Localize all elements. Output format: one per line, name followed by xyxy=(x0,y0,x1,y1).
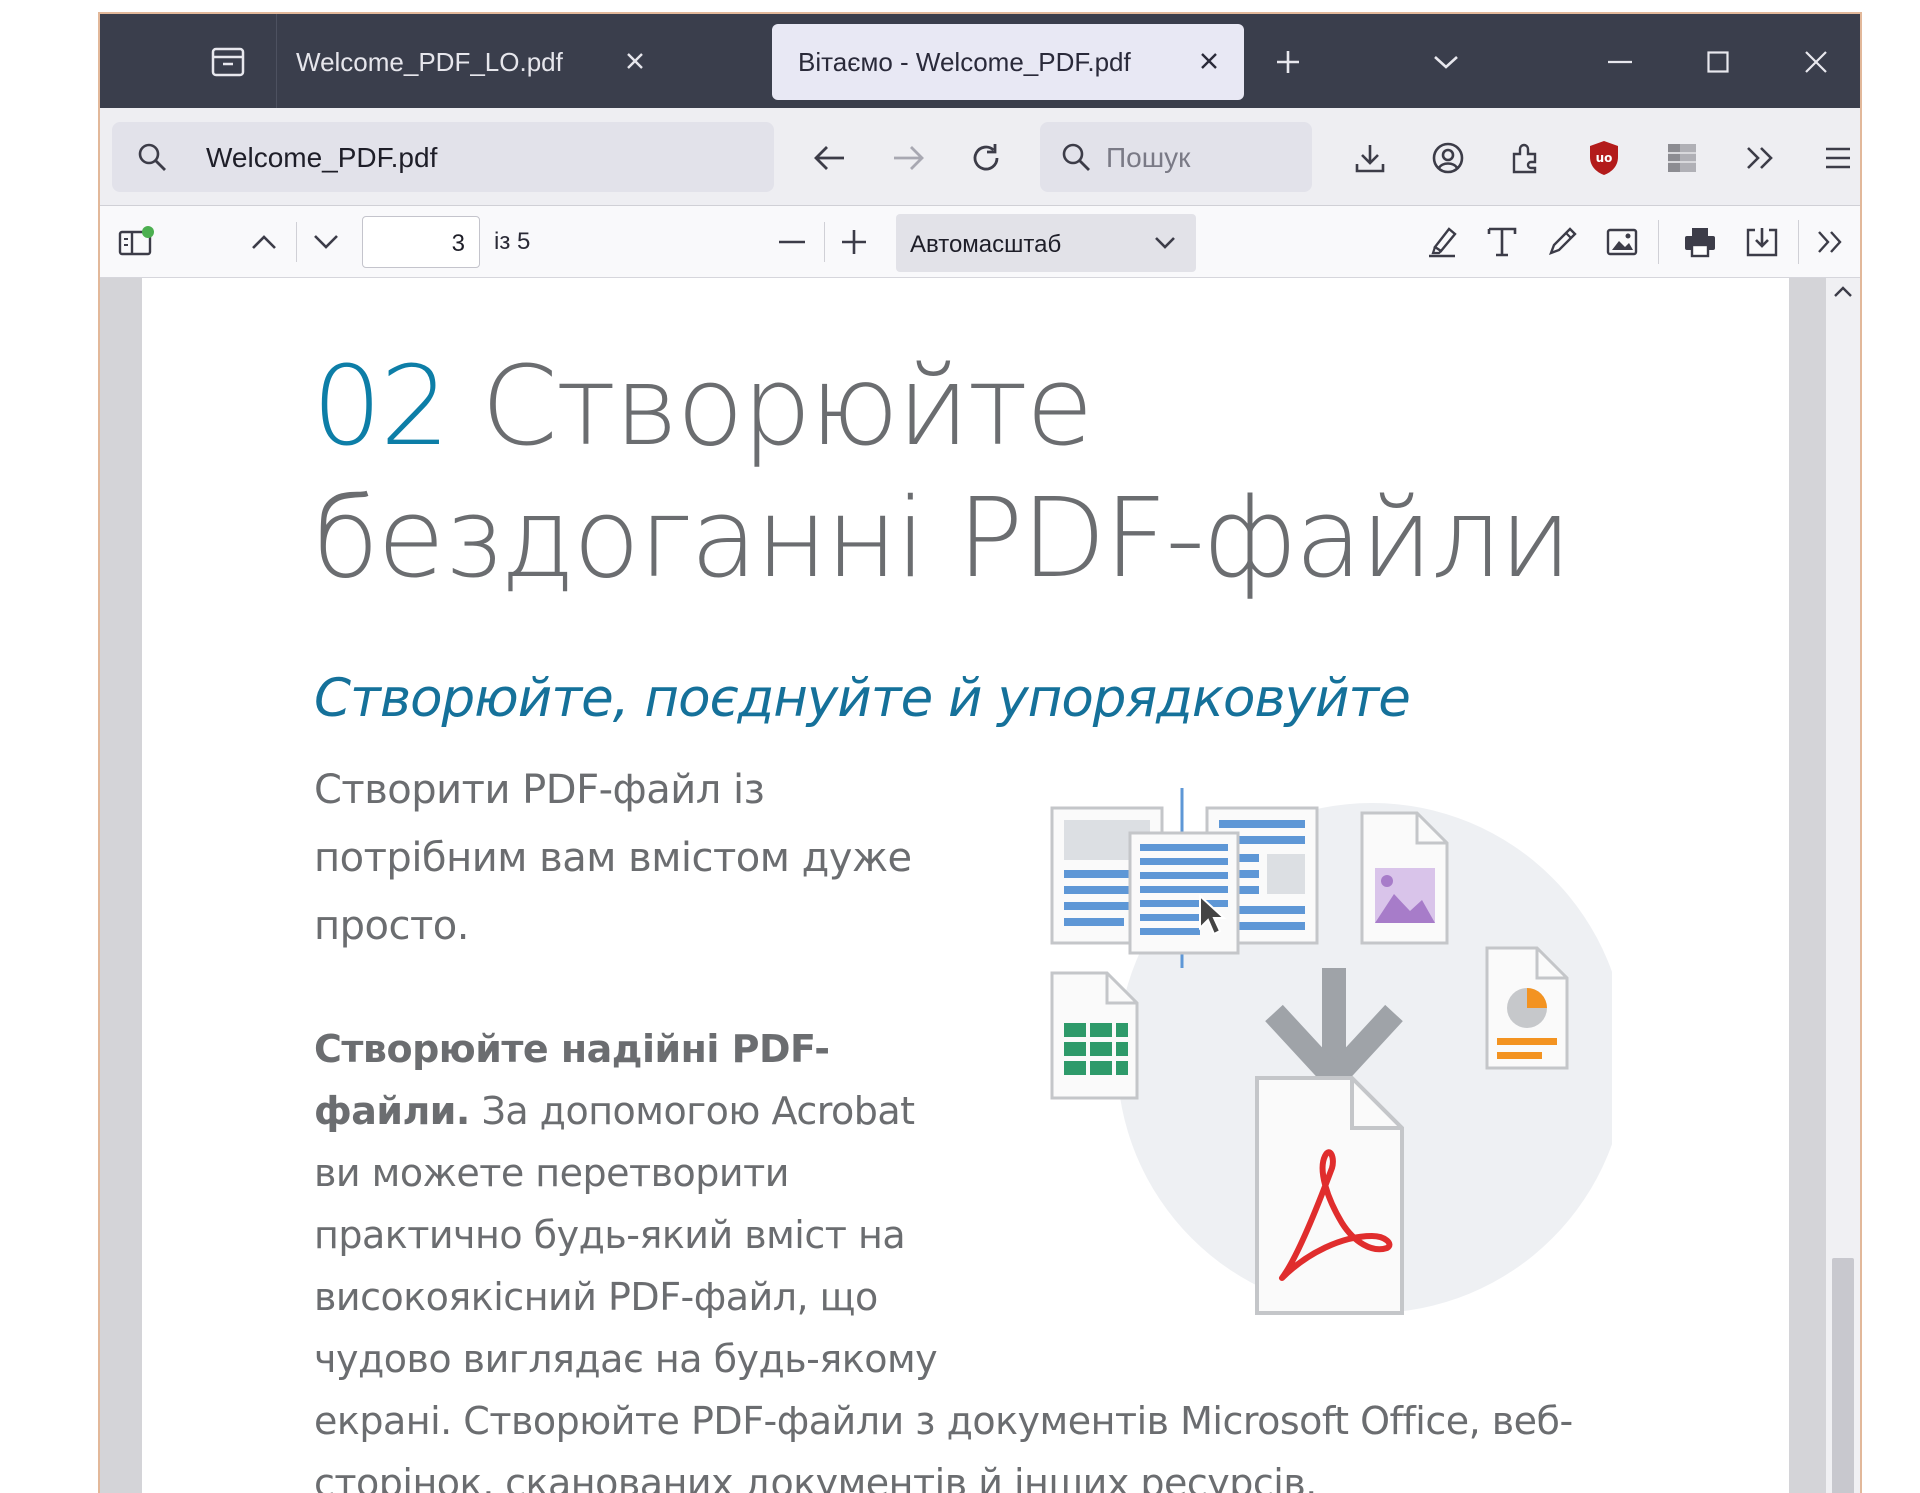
tab-welcome-active[interactable]: Вітаємо - Welcome_PDF.pdf xyxy=(772,24,1244,100)
search-box[interactable]: Пошук xyxy=(1040,122,1312,192)
intro-line: потрібним вам вмістом дуже xyxy=(314,835,912,881)
bold-lead-text: файли. xyxy=(314,1089,470,1133)
svg-text:uo: uo xyxy=(1596,151,1613,165)
address-text[interactable]: Welcome_PDF.pdf xyxy=(206,142,437,174)
spreadsheet-document-icon xyxy=(1050,971,1139,1100)
text-tool-icon[interactable] xyxy=(1480,220,1524,264)
search-icon xyxy=(134,139,170,175)
search-placeholder: Пошук xyxy=(1106,142,1191,173)
previous-page-icon[interactable] xyxy=(244,222,284,262)
heading-line-1: 02 Створюйте xyxy=(312,348,1612,464)
page-number-input[interactable]: 3 xyxy=(362,216,480,268)
back-icon[interactable] xyxy=(808,138,852,178)
tab-manager-icon[interactable] xyxy=(206,40,250,84)
new-tab-icon[interactable] xyxy=(1268,42,1308,82)
heading-number: 02 xyxy=(312,342,450,470)
navigation-bar: Welcome_PDF.pdf Пошук uo xyxy=(100,108,1860,206)
close-icon[interactable] xyxy=(1190,42,1228,80)
body-line: сторінок, сканованих документів й інших … xyxy=(314,1461,1317,1493)
body-line: екрані. Створюйте PDF-файли з документів… xyxy=(314,1399,1573,1443)
page-number-value: 3 xyxy=(451,230,465,257)
pdf-viewer[interactable]: 02 Створюйте бездоганні PDF-файли Створю… xyxy=(100,278,1860,1493)
heading-line-2: бездоганні PDF-файли xyxy=(312,474,1572,602)
download-icon[interactable] xyxy=(1348,136,1392,180)
tab-bar: Welcome_PDF_LO.pdf Вітаємо - Welcome_PDF… xyxy=(100,14,1860,108)
list-all-tabs-icon[interactable] xyxy=(1426,42,1466,82)
zoom-in-icon[interactable] xyxy=(834,222,874,262)
add-image-icon[interactable] xyxy=(1600,220,1644,264)
scrollbar-thumb[interactable] xyxy=(1832,1258,1854,1493)
reload-icon[interactable] xyxy=(964,136,1008,180)
intro-line: просто. xyxy=(314,903,469,949)
highlight-icon[interactable] xyxy=(1420,220,1464,264)
maximize-icon[interactable] xyxy=(1698,42,1738,82)
pdf-document-icon xyxy=(1255,1076,1404,1315)
window-close-icon[interactable] xyxy=(1796,42,1836,82)
browser-window: Welcome_PDF_LO.pdf Вітаємо - Welcome_PDF… xyxy=(98,12,1862,1493)
draw-icon[interactable] xyxy=(1540,220,1584,264)
separator xyxy=(824,222,825,262)
separator xyxy=(296,222,297,262)
chevron-down-icon xyxy=(1154,236,1176,255)
tab-welcome-lo[interactable]: Welcome_PDF_LO.pdf xyxy=(270,24,670,100)
pdf-creation-illustration xyxy=(1050,788,1612,1315)
heading-text: Створюйте xyxy=(480,342,1094,470)
account-icon[interactable] xyxy=(1426,136,1470,180)
minimize-icon[interactable] xyxy=(1600,42,1640,82)
forward-icon xyxy=(886,138,930,178)
intro-paragraph: Створити PDF-файл із потрібним вам вміст… xyxy=(314,756,912,960)
intro-line: Створити PDF-файл із xyxy=(314,767,765,813)
ublock-icon[interactable]: uo xyxy=(1582,134,1626,182)
menu-icon[interactable] xyxy=(1816,136,1860,180)
zoom-select-value: Автомасштаб xyxy=(910,231,1062,258)
scroll-up-icon[interactable] xyxy=(1832,284,1854,303)
pdf-toolbar: 3 із 5 Автомасштаб xyxy=(100,206,1860,278)
separator xyxy=(1798,220,1799,264)
vertical-scrollbar[interactable] xyxy=(1826,278,1860,1493)
body-text: За допомогою Acrobat xyxy=(469,1089,915,1133)
next-page-icon[interactable] xyxy=(306,222,346,262)
close-icon[interactable] xyxy=(616,42,654,80)
zoom-out-icon[interactable] xyxy=(772,222,812,262)
overflow-icon[interactable] xyxy=(1738,136,1782,180)
address-bar[interactable]: Welcome_PDF.pdf xyxy=(112,122,774,192)
print-icon[interactable] xyxy=(1678,220,1722,264)
tab-label: Вітаємо - Welcome_PDF.pdf xyxy=(798,46,1131,77)
page-count-label: із 5 xyxy=(494,228,531,255)
page-subtitle: Створюйте, поєднуйте й упорядковуйте xyxy=(314,668,1411,729)
tools-overflow-icon[interactable] xyxy=(1810,222,1850,262)
presentation-document-icon xyxy=(1485,946,1569,1070)
separator xyxy=(1658,220,1659,264)
zoom-select[interactable]: Автомасштаб xyxy=(896,214,1196,272)
sidebar-toggle-icon[interactable] xyxy=(114,222,158,262)
container-icon[interactable] xyxy=(1660,136,1704,180)
pdf-page: 02 Створюйте бездоганні PDF-файли Створю… xyxy=(142,278,1789,1493)
extensions-icon[interactable] xyxy=(1504,136,1548,180)
save-icon[interactable] xyxy=(1740,220,1784,264)
page-heading: 02 Створюйте бездоганні PDF-файли xyxy=(312,348,1612,596)
tab-label: Welcome_PDF_LO.pdf xyxy=(296,46,563,77)
search-icon xyxy=(1058,139,1094,175)
image-document-icon xyxy=(1360,811,1449,945)
